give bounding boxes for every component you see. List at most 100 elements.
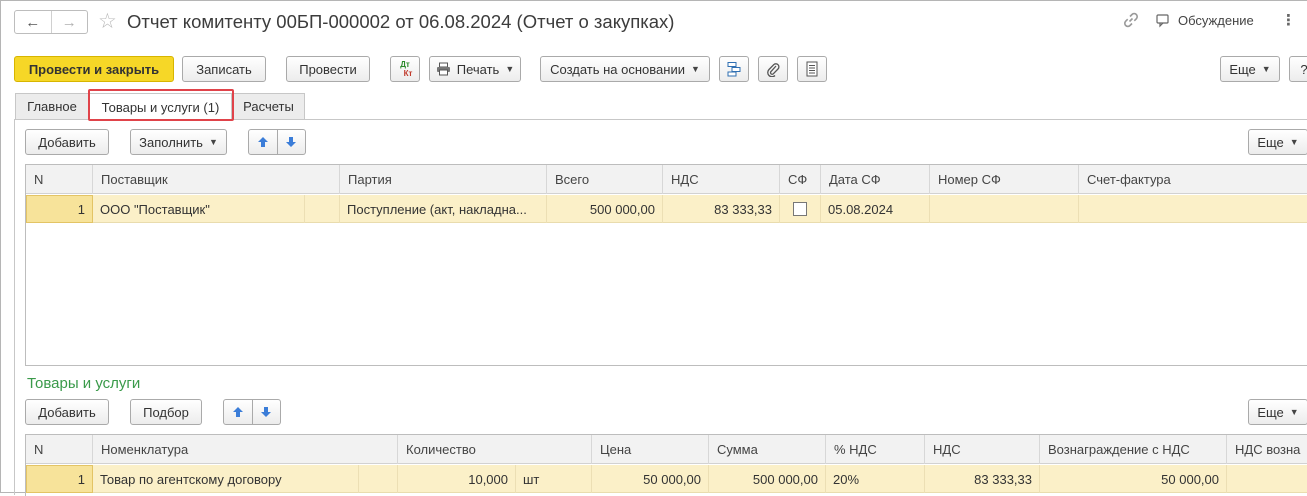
table-header: N Поставщик Партия Всего НДС СФ Дата СФ … <box>26 165 1307 194</box>
chat-icon <box>1156 13 1169 27</box>
fill-label: Заполнить <box>139 134 203 150</box>
hierarchy-icon <box>727 62 741 77</box>
post-button[interactable]: Провести <box>286 56 370 82</box>
column-header[interactable]: Вознаграждение с НДС <box>1040 435 1227 464</box>
sf-checkbox[interactable] <box>793 202 807 216</box>
add-supplier-button[interactable]: Добавить <box>25 129 109 155</box>
empty-cell <box>359 465 398 493</box>
column-header[interactable]: Партия <box>340 165 547 194</box>
supplier-cell[interactable]: ООО "Поставщик" <box>93 195 305 223</box>
row-number: 1 <box>26 465 93 493</box>
select-goods-button[interactable]: Подбор <box>130 399 202 425</box>
structure-button[interactable] <box>719 56 749 82</box>
move-buttons <box>248 129 306 155</box>
save-button[interactable]: Записать <box>182 56 266 82</box>
column-header[interactable]: Номер СФ <box>930 165 1079 194</box>
print-label: Печать <box>456 61 500 77</box>
row-number: 1 <box>26 195 93 223</box>
arrow-up-icon[interactable] <box>223 399 253 425</box>
price-cell[interactable]: 50 000,00 <box>592 465 709 493</box>
column-header[interactable]: Всего <box>547 165 663 194</box>
arrow-right-icon[interactable]: → <box>50 11 88 33</box>
column-header[interactable]: Счет-фактура <box>1079 165 1307 194</box>
attach-button[interactable] <box>758 56 788 82</box>
goods-table: N Номенклатура Количество Цена Сумма % Н… <box>25 434 1307 496</box>
create-based-on-button[interactable]: Создать на основании ▼ <box>540 56 710 82</box>
more-label: Еще <box>1229 61 1256 77</box>
report-button[interactable] <box>797 56 827 82</box>
more-button[interactable]: Еще ▼ <box>1220 56 1280 82</box>
fee-vat-cell[interactable] <box>1227 465 1307 493</box>
more-label: Еще <box>1257 404 1284 420</box>
goods-move-buttons <box>223 399 281 425</box>
goods-more-button[interactable]: Еще ▼ <box>1248 399 1307 425</box>
table-header: N Номенклатура Количество Цена Сумма % Н… <box>26 435 1307 464</box>
invoice-cell[interactable] <box>1079 195 1307 223</box>
chevron-down-icon: ▼ <box>1261 64 1271 74</box>
more-label: Еще <box>1257 134 1284 150</box>
print-button[interactable]: Печать ▼ <box>429 56 521 82</box>
total-cell[interactable]: 500 000,00 <box>547 195 663 223</box>
column-header[interactable]: N <box>26 165 93 194</box>
column-header[interactable]: НДС <box>663 165 780 194</box>
vat-cell[interactable]: 83 333,33 <box>663 195 780 223</box>
navigation-buttons: ← → <box>14 10 88 34</box>
quantity-cell[interactable]: 10,000 <box>398 465 516 493</box>
sf-number-cell[interactable] <box>930 195 1079 223</box>
star-icon[interactable]: ☆ <box>98 9 117 34</box>
post-and-close-button[interactable]: Провести и закрыть <box>14 56 174 82</box>
paperclip-icon <box>767 63 780 77</box>
column-header[interactable]: НДС <box>925 435 1040 464</box>
chevron-down-icon: ▼ <box>505 64 515 74</box>
tab-goods-and-services[interactable]: Товары и услуги (1) <box>89 93 232 120</box>
column-header[interactable]: Сумма <box>709 435 826 464</box>
fee-cell[interactable]: 50 000,00 <box>1040 465 1227 493</box>
arrow-left-icon[interactable]: ← <box>15 11 51 33</box>
chevron-down-icon: ▼ <box>690 64 700 74</box>
arrow-down-icon[interactable] <box>252 399 281 425</box>
column-header[interactable]: НДС возна <box>1227 435 1307 464</box>
page-title: Отчет комитенту 00БП-000002 от 06.08.202… <box>127 11 675 32</box>
arrow-up-icon[interactable] <box>248 129 278 155</box>
batch-cell[interactable]: Поступление (акт, накладна... <box>340 195 547 223</box>
link-icon[interactable] <box>1122 11 1140 29</box>
goods-section-title: Товары и услуги <box>27 375 141 392</box>
chevron-down-icon: ▼ <box>208 137 218 147</box>
tab-settlements[interactable]: Расчеты <box>232 93 305 119</box>
sf-cell <box>780 195 821 223</box>
more-vertical-icon[interactable]: ⋮ <box>1281 11 1296 29</box>
suppliers-table: N Поставщик Партия Всего НДС СФ Дата СФ … <box>25 164 1307 366</box>
unit-cell[interactable]: шт <box>516 465 592 493</box>
column-header[interactable]: СФ <box>780 165 821 194</box>
printer-icon <box>436 62 450 76</box>
help-button[interactable]: ? <box>1289 56 1307 82</box>
create-based-on-label: Создать на основании <box>550 61 685 77</box>
kt-label: Кт <box>403 69 413 78</box>
sum-cell[interactable]: 500 000,00 <box>709 465 826 493</box>
tab-main[interactable]: Главное <box>15 93 89 119</box>
column-header[interactable]: Поставщик <box>93 165 340 194</box>
sf-date-cell[interactable]: 05.08.2024 <box>821 195 930 223</box>
fill-button[interactable]: Заполнить ▼ <box>130 129 227 155</box>
column-header[interactable]: Количество <box>398 435 592 464</box>
discussion-label: Обсуждение <box>1178 13 1254 28</box>
arrow-down-icon[interactable] <box>277 129 306 155</box>
vat-rate-cell[interactable]: 20% <box>826 465 925 493</box>
chevron-down-icon: ▼ <box>1289 137 1299 147</box>
dt-kt-button[interactable]: Дт Кт <box>390 56 420 82</box>
discussion-button[interactable]: Обсуждение <box>1156 13 1254 28</box>
column-header[interactable]: Дата СФ <box>821 165 930 194</box>
item-cell[interactable]: Товар по агентскому договору <box>93 465 359 493</box>
vat-cell[interactable]: 83 333,33 <box>925 465 1040 493</box>
table-row[interactable]: 1 ООО "Поставщик" Поступление (акт, накл… <box>26 195 1307 223</box>
chevron-down-icon: ▼ <box>1289 407 1299 417</box>
column-header[interactable]: N <box>26 435 93 464</box>
table-row[interactable]: 1 Товар по агентскому договору 10,000 шт… <box>26 465 1307 493</box>
column-header[interactable]: % НДС <box>826 435 925 464</box>
list-icon <box>806 61 818 77</box>
column-header[interactable]: Цена <box>592 435 709 464</box>
suppliers-more-button[interactable]: Еще ▼ <box>1248 129 1307 155</box>
add-goods-button[interactable]: Добавить <box>25 399 109 425</box>
document-window: ← → ☆ Отчет комитенту 00БП-000002 от 06.… <box>0 0 1307 496</box>
column-header[interactable]: Номенклатура <box>93 435 398 464</box>
